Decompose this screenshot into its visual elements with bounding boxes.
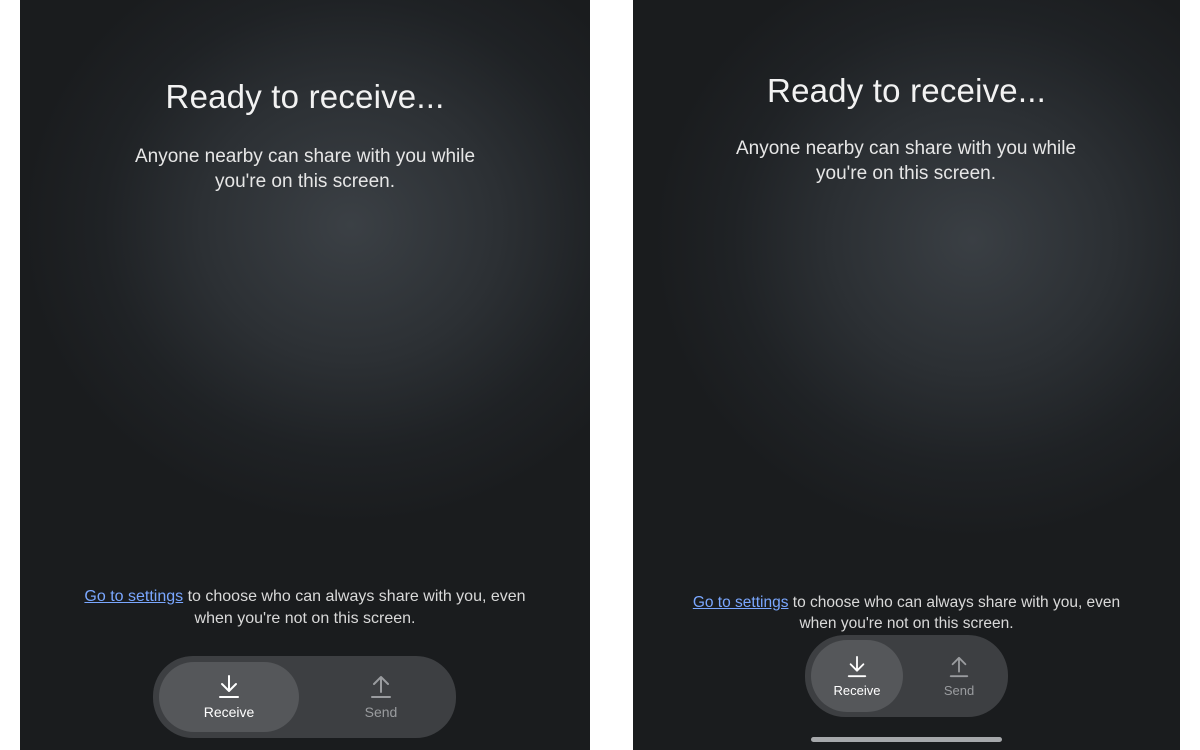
upload-arrow-icon bbox=[949, 656, 969, 677]
home-indicator-bar[interactable] bbox=[811, 737, 1002, 742]
subtitle-line-1: Anyone nearby can share with you while bbox=[735, 138, 1077, 159]
receive-tab-label: Receive bbox=[833, 682, 881, 698]
download-arrow-icon bbox=[847, 655, 867, 677]
page-title: Ready to receive... bbox=[165, 78, 445, 115]
receive-send-toggle: Receive Send bbox=[805, 635, 1008, 717]
phone-screen-right: Ready to receive... Anyone nearby can sh… bbox=[633, 0, 1180, 750]
page-title: Ready to receive... bbox=[767, 72, 1046, 109]
settings-hint-text: to choose who can always share with you,… bbox=[788, 594, 1121, 611]
page-subtitle: Anyone nearby can share with you while y… bbox=[80, 144, 530, 194]
settings-hint-line-1: Go to settings to choose who can always … bbox=[40, 586, 570, 608]
send-tab-label: Send bbox=[943, 682, 975, 698]
receive-tab[interactable]: Receive bbox=[811, 640, 903, 712]
phone-screen-left: Ready to receive... Anyone nearby can sh… bbox=[20, 0, 590, 750]
send-tab[interactable]: Send bbox=[913, 640, 1005, 712]
subtitle-line-2: you're on this screen. bbox=[816, 163, 996, 184]
subtitle-line-1: Anyone nearby can share with you while bbox=[134, 146, 476, 167]
receive-send-toggle: Receive Send bbox=[153, 656, 456, 738]
go-to-settings-link[interactable]: Go to settings bbox=[84, 588, 183, 605]
go-to-settings-link[interactable]: Go to settings bbox=[693, 594, 789, 611]
settings-hint-line-2: when you're not on this screen. bbox=[194, 610, 416, 627]
settings-hint: Go to settings to choose who can always … bbox=[40, 586, 570, 630]
settings-hint-line-1: Go to settings to choose who can always … bbox=[633, 592, 1180, 613]
receive-tab[interactable]: Receive bbox=[159, 662, 299, 732]
receive-tab-label: Receive bbox=[203, 704, 255, 720]
settings-hint: Go to settings to choose who can always … bbox=[633, 592, 1180, 634]
send-tab-label: Send bbox=[364, 704, 398, 720]
subtitle-line-2: you're on this screen. bbox=[215, 171, 395, 192]
page-subtitle: Anyone nearby can share with you while y… bbox=[681, 136, 1131, 186]
send-tab[interactable]: Send bbox=[311, 662, 451, 732]
download-arrow-icon bbox=[219, 675, 239, 698]
screenshot-canvas: Ready to receive... Anyone nearby can sh… bbox=[0, 0, 1200, 750]
settings-hint-line-2: when you're not on this screen. bbox=[799, 615, 1014, 632]
settings-hint-text: to choose who can always share with you,… bbox=[183, 588, 526, 605]
upload-arrow-icon bbox=[371, 676, 391, 698]
